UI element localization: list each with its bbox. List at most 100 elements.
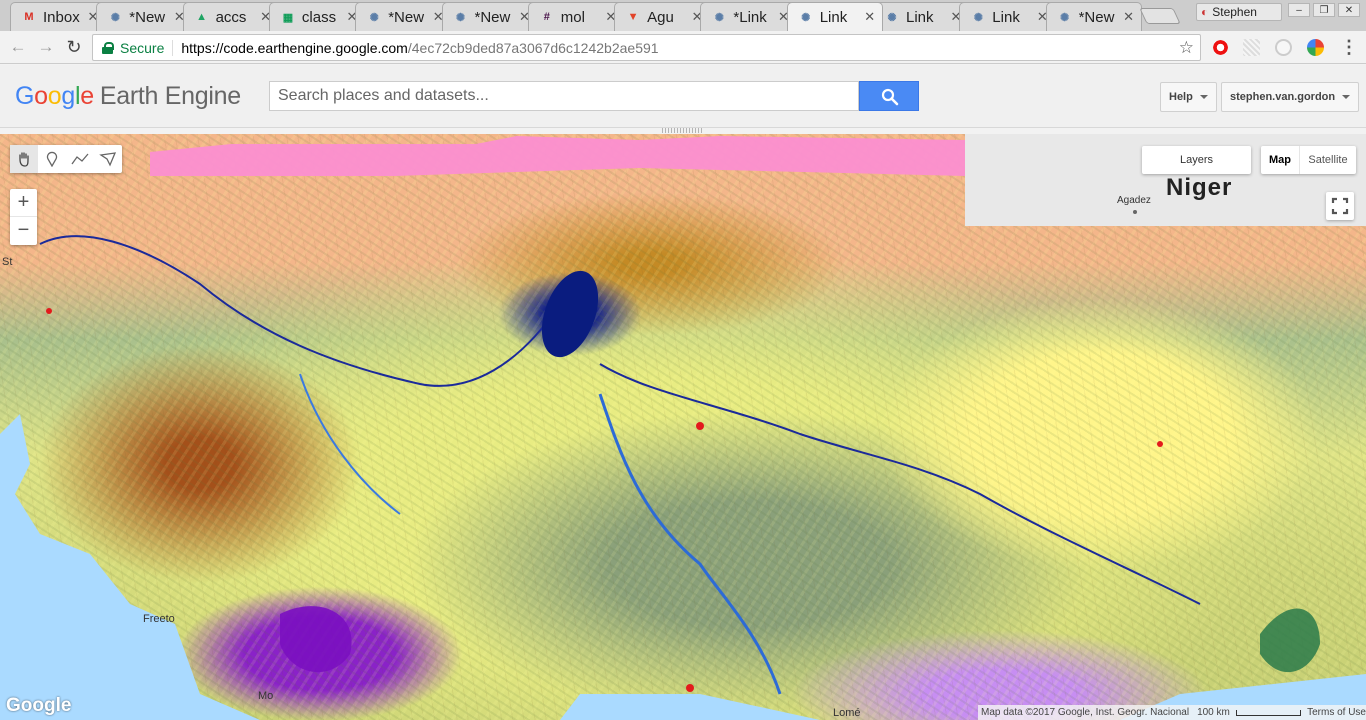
earth-engine-header: Google Earth Engine Search places and dat… xyxy=(0,65,1366,128)
browser-tab[interactable]: ▼ Agu ✕ xyxy=(614,2,711,31)
zoom-control: + − xyxy=(10,189,37,245)
tab-title: accs xyxy=(215,8,247,26)
extension-colorful-icon[interactable] xyxy=(1307,39,1324,56)
search-icon xyxy=(881,88,899,106)
browser-tab[interactable]: ✺ Link ✕ xyxy=(959,2,1056,31)
new-tab-button[interactable] xyxy=(1139,8,1181,24)
earth-engine-icon: ✺ xyxy=(887,11,897,24)
map-attribution-bar: Map data ©2017 Google, Inst. Geogr. Naci… xyxy=(978,705,1366,720)
scale-bar xyxy=(1235,709,1302,716)
forward-arrow-icon[interactable]: → xyxy=(36,37,56,57)
tab-title: Inbox xyxy=(43,8,80,26)
help-button[interactable]: Help xyxy=(1160,82,1217,112)
terms-link[interactable]: Terms of Use xyxy=(1307,707,1366,718)
search-input[interactable]: Search places and datasets... xyxy=(269,81,859,111)
earth-engine-icon: ✺ xyxy=(110,11,120,24)
browser-menu-icon[interactable]: ⋮ xyxy=(1340,37,1358,57)
place-label-st: St xyxy=(2,256,13,268)
slack-icon: # xyxy=(543,11,550,23)
drawing-tools xyxy=(10,145,122,173)
zoom-out-button[interactable]: − xyxy=(10,217,37,245)
fullscreen-icon xyxy=(1331,197,1349,215)
tab-title: *New Script xyxy=(1078,8,1119,26)
gitlab-icon: ▼ xyxy=(627,11,639,23)
draw-polygon-icon[interactable] xyxy=(94,145,122,173)
earth-engine-icon: ✺ xyxy=(1059,11,1070,24)
earth-engine-logo[interactable]: Google Earth Engine xyxy=(15,82,241,111)
reload-icon[interactable]: ↻ xyxy=(64,37,84,57)
browser-tab[interactable]: ✺*New Script✕ xyxy=(96,2,193,31)
browser-tab[interactable]: # mol ✕ xyxy=(527,2,624,31)
earth-engine-icon: ✺ xyxy=(801,11,811,24)
tab-title: *New Script xyxy=(474,8,515,26)
scale-label: 100 km xyxy=(1197,707,1230,718)
map-canvas[interactable]: Niger Agadez St Freeto Lomé Mo + − Layer… xyxy=(0,134,1366,720)
chevron-down-icon xyxy=(1342,95,1351,99)
browser-tab[interactable]: ✺ Link ✕ xyxy=(786,2,883,31)
extension-circle-icon[interactable] xyxy=(1275,39,1292,56)
draw-line-icon[interactable] xyxy=(66,145,94,173)
country-label: Niger xyxy=(1166,174,1233,201)
map-type-toggle: Map Satellite xyxy=(1261,146,1356,174)
profile-button[interactable]: ◐ Stephen xyxy=(1196,3,1282,21)
browser-toolbar: ← → ↻ Secure https://code.earthengine.go… xyxy=(0,31,1366,64)
help-label: Help xyxy=(1169,91,1193,103)
bookmark-star-icon[interactable]: ☆ xyxy=(1179,38,1194,58)
lock-icon xyxy=(102,41,114,54)
url-host: https://code.earthengine.google.com xyxy=(181,39,408,56)
place-label-freetown: Freeto xyxy=(143,613,175,625)
opera-extension-icon[interactable] xyxy=(1212,39,1229,56)
gmail-icon: M xyxy=(24,11,34,23)
pan-hand-icon[interactable] xyxy=(10,145,38,173)
browser-tab[interactable]: ✺*New Script✕ xyxy=(355,2,452,31)
minimize-window-button[interactable]: – xyxy=(1288,3,1310,17)
user-account-button[interactable]: stephen.van.gordon xyxy=(1221,82,1360,112)
back-arrow-icon[interactable]: ← xyxy=(8,37,28,57)
browser-tab[interactable]: ✺ *Link ✕ xyxy=(700,2,797,31)
tab-title: class xyxy=(301,8,337,26)
tab-title: Link xyxy=(992,8,1020,26)
map-type-map-button[interactable]: Map xyxy=(1261,146,1300,174)
close-tab-icon[interactable]: ✕ xyxy=(864,9,876,25)
browser-tab[interactable]: ✺*New Script✕ xyxy=(441,2,538,31)
extension-grid-icon[interactable] xyxy=(1243,39,1260,56)
tab-title: Link xyxy=(906,8,934,26)
zoom-in-button[interactable]: + xyxy=(10,189,37,217)
panel-resize-handle[interactable] xyxy=(662,128,704,133)
tab-title: mol xyxy=(560,8,585,26)
browser-tab[interactable]: ✺ Link ✕ xyxy=(873,2,969,31)
tab-title: Agu xyxy=(647,8,674,26)
earth-engine-icon: ✺ xyxy=(973,11,983,24)
sheets-icon: ▦ xyxy=(282,11,294,24)
city-label: Agadez xyxy=(1117,195,1151,206)
url-path: /4ec72cb9ded87a3067d6c1242b2ae591 xyxy=(407,39,659,56)
map-attribution[interactable]: Map data ©2017 Google, Inst. Geogr. Naci… xyxy=(981,707,1189,718)
profile-icon: ◐ xyxy=(1201,5,1209,19)
close-tab-icon[interactable]: ✕ xyxy=(1123,9,1135,25)
place-label-lome: Lomé xyxy=(833,707,861,719)
user-label: stephen.van.gordon xyxy=(1230,91,1336,103)
browser-tab[interactable]: ▦ class ✕ xyxy=(268,2,365,31)
layers-button[interactable]: Layers xyxy=(1142,146,1251,174)
map-type-satellite-button[interactable]: Satellite xyxy=(1300,146,1356,174)
drive-icon: ▲ xyxy=(196,11,208,23)
close-window-button[interactable]: ✕ xyxy=(1338,3,1360,17)
point-marker-icon[interactable] xyxy=(38,145,66,173)
browser-tab[interactable]: M Inbox ✕ xyxy=(10,2,106,31)
restore-window-button[interactable]: ❐ xyxy=(1313,3,1335,17)
earth-engine-icon: ✺ xyxy=(714,11,724,24)
tab-title: *New Script xyxy=(388,8,428,26)
search-button[interactable] xyxy=(859,81,919,111)
address-bar[interactable]: Secure https://code.earthengine.google.c… xyxy=(92,34,1201,61)
secure-label: Secure xyxy=(120,39,174,56)
chevron-down-icon xyxy=(1199,95,1208,99)
fullscreen-button[interactable] xyxy=(1326,192,1354,220)
tab-title: *New Script xyxy=(129,8,169,26)
google-map-logo: Google xyxy=(6,695,72,716)
tab-title: Link xyxy=(819,8,848,26)
browser-tab[interactable]: ▲ accs ✕ xyxy=(182,2,279,31)
place-label-mo: Mo xyxy=(258,690,274,702)
city-marker xyxy=(1133,210,1137,214)
earth-engine-icon: ✺ xyxy=(369,11,379,24)
browser-tab[interactable]: ✺ *New Script✕ xyxy=(1045,2,1142,31)
